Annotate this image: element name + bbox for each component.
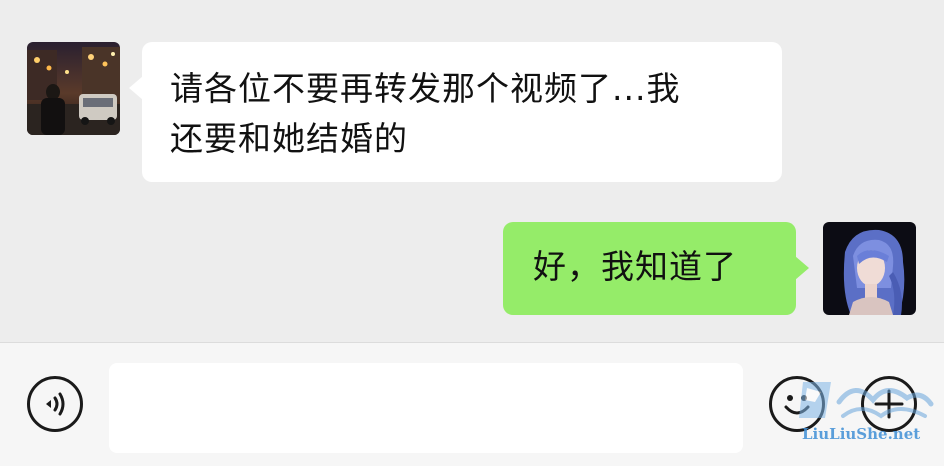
message-input[interactable] bbox=[109, 363, 743, 453]
incoming-message-bubble[interactable]: 请各位不要再转发那个视频了...我 还要和她结婚的 bbox=[129, 42, 782, 182]
chat-message-area: 请各位不要再转发那个视频了...我 还要和她结婚的 好，我知道了 bbox=[0, 0, 944, 342]
watermark-logo bbox=[799, 382, 934, 419]
watermark-text: LiuLiuShe.net bbox=[802, 425, 921, 443]
message-line: 请各位不要再转发那个视频了...我 bbox=[170, 69, 681, 108]
my-avatar[interactable] bbox=[823, 222, 916, 315]
voice-button[interactable] bbox=[27, 376, 83, 432]
voice-wave-icon bbox=[46, 392, 65, 416]
contact-avatar-image bbox=[27, 42, 120, 135]
message-text: 好，我知道了 bbox=[533, 247, 737, 286]
my-avatar-image bbox=[823, 222, 916, 315]
outgoing-message-bubble[interactable]: 好，我知道了 bbox=[503, 222, 809, 315]
message-line: 还要和她结婚的 bbox=[170, 119, 408, 158]
contact-avatar[interactable] bbox=[27, 42, 120, 135]
